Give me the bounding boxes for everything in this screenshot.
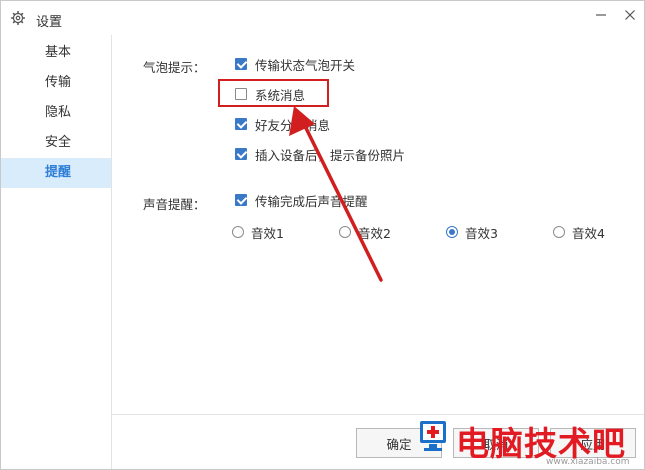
sound-on-complete-label: 传输完成后声音提醒: [255, 193, 368, 209]
radio-unselected[interactable]: [232, 226, 244, 238]
minimize-icon: [596, 14, 606, 16]
sidebar-item-security[interactable]: 安全: [1, 128, 111, 158]
sound-section-label: 声音提醒：: [143, 197, 206, 212]
checkbox-checked[interactable]: [235, 58, 247, 70]
radio-unselected[interactable]: [339, 226, 351, 238]
title-bar: 设置: [1, 1, 644, 35]
transfer-bubble-label: 传输状态气泡开关: [255, 57, 356, 73]
annotation-highlight-box: [218, 79, 329, 107]
bubble-section-label: 气泡提示：: [143, 60, 206, 75]
transfer-bubble-toggle[interactable]: 传输状态气泡开关: [235, 55, 355, 73]
window-title: 设置: [36, 15, 63, 30]
sidebar-item-reminder[interactable]: 提醒: [1, 158, 111, 188]
close-icon: [625, 10, 635, 20]
friend-share-toggle[interactable]: 好友分享消息: [235, 115, 330, 133]
sidebar-item-transfer[interactable]: 传输: [1, 68, 111, 98]
reminder-settings-panel: 气泡提示： 传输状态气泡开关 系统消息 好友分享消息 插入设备后，提示备份照片 …: [112, 35, 644, 469]
watermark-url: www.xiazaiba.com: [546, 457, 630, 467]
close-button[interactable]: [618, 5, 642, 25]
sidebar-item-privacy[interactable]: 隐私: [1, 98, 111, 128]
sound-effect-1-label: 音效1: [251, 225, 284, 241]
settings-sidebar: 基本 传输 隐私 安全 提醒: [1, 35, 112, 469]
sound-on-complete-toggle[interactable]: 传输完成后声音提醒: [235, 191, 368, 209]
minimize-button[interactable]: [589, 5, 613, 25]
backup-photo-prompt-label: 插入设备后，提示备份照片: [255, 147, 406, 163]
sound-effect-4-label: 音效4: [572, 225, 605, 241]
radio-selected[interactable]: [446, 226, 458, 238]
settings-window: 设置 基本 传输 隐私 安全 提醒 气泡提示： 传输状态气泡开关 系统消息 好友…: [0, 0, 645, 470]
checkbox-checked[interactable]: [235, 118, 247, 130]
sidebar-item-basic[interactable]: 基本: [1, 38, 111, 68]
watermark-logo-icon: [420, 421, 446, 451]
sound-effect-4-radio[interactable]: 音效4: [553, 223, 605, 241]
backup-photo-prompt-toggle[interactable]: 插入设备后，提示备份照片: [235, 145, 405, 163]
sound-effect-2-radio[interactable]: 音效2: [339, 223, 391, 241]
gear-icon: [11, 11, 25, 25]
checkbox-checked[interactable]: [235, 148, 247, 160]
sound-effect-2-label: 音效2: [358, 225, 391, 241]
sound-effect-3-label: 音效3: [465, 225, 498, 241]
radio-unselected[interactable]: [553, 226, 565, 238]
checkbox-checked[interactable]: [235, 194, 247, 206]
friend-share-label: 好友分享消息: [255, 117, 331, 133]
sound-effect-3-radio[interactable]: 音效3: [446, 223, 498, 241]
watermark: 电脑技术吧 www.xiazaiba.com: [418, 415, 645, 470]
sound-effect-1-radio[interactable]: 音效1: [232, 223, 284, 241]
